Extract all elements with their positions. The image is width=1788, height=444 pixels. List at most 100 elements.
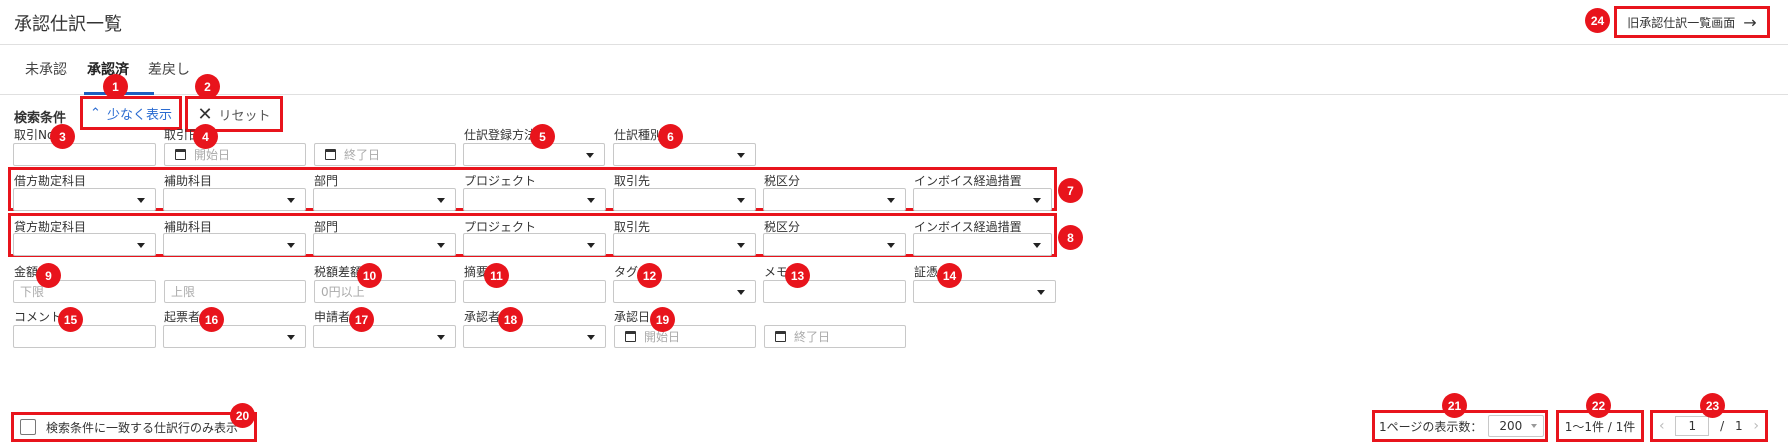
per-page-label: 1ページの表示数： (1379, 419, 1483, 434)
annotation-badge-22: 22 (1586, 393, 1611, 418)
label-journal-kind: 仕訳種別 (614, 128, 663, 142)
debit-invoice-measure-select[interactable] (913, 188, 1052, 211)
label-approver: 承認者 (464, 310, 501, 324)
tax-difference-placeholder: 0円以上 (321, 285, 365, 299)
debit-sub-account-select[interactable] (163, 188, 306, 211)
page-current: 1 (1688, 419, 1697, 433)
approval-date-start-input[interactable]: 開始日 (614, 325, 756, 348)
page-total: 1 (1734, 419, 1743, 433)
annotation-badge-23: 23 (1700, 393, 1725, 418)
show-less-label: 少なく表示 (106, 107, 172, 123)
amount-max-input[interactable]: 上限 (164, 280, 306, 303)
old-approval-list-link[interactable]: 旧承認仕訳一覧画面 → (1614, 6, 1770, 38)
label-registration-method: 仕訳登録方法 (464, 128, 537, 142)
approval-end-placeholder: 終了日 (794, 330, 831, 344)
page-number-input[interactable]: 1 (1675, 416, 1710, 436)
reset-label: リセット (218, 108, 271, 124)
label-drafter: 起票者 (164, 310, 201, 324)
annotation-badge-14: 14 (937, 263, 962, 288)
calendar-icon (625, 331, 636, 342)
debit-partner-select[interactable] (613, 188, 756, 211)
label-debit-partner: 取引先 (614, 174, 651, 188)
chevron-left-icon[interactable]: ‹ (1659, 418, 1665, 434)
amount-min-input[interactable]: 下限 (13, 280, 156, 303)
label-debit-department: 部門 (314, 174, 339, 188)
annotation-badge-7: 7 (1058, 178, 1083, 203)
label-debit-tax-category: 税区分 (764, 174, 801, 188)
amount-max-placeholder: 上限 (171, 285, 196, 299)
credit-tax-category-select[interactable] (763, 233, 906, 256)
annotation-badge-18: 18 (498, 307, 523, 332)
annotation-badge-1: 1 (103, 74, 128, 99)
label-transaction-no: 取引No (14, 128, 55, 142)
label-evidence: 証憑 (914, 265, 939, 279)
label-debit-project: プロジェクト (464, 174, 537, 188)
page-title: 承認仕訳一覧 (14, 14, 122, 35)
per-page-select[interactable]: 200 (1488, 415, 1545, 437)
tag-select[interactable] (613, 280, 756, 303)
annotation-badge-20: 20 (230, 403, 255, 428)
debit-account-select[interactable] (13, 188, 156, 211)
debit-department-select[interactable] (313, 188, 456, 211)
label-debit-sub-account: 補助科目 (164, 174, 213, 188)
annotation-badge-12: 12 (637, 263, 662, 288)
label-comment: コメント (14, 310, 63, 324)
transaction-no-input[interactable] (13, 143, 156, 166)
annotation-badge-9: 9 (36, 263, 61, 288)
credit-invoice-measure-select[interactable] (913, 233, 1052, 256)
journal-kind-select[interactable] (613, 143, 756, 166)
calendar-icon (175, 149, 186, 160)
transaction-date-end-input[interactable]: 終了日 (314, 143, 456, 166)
tab-returned[interactable]: 差戻し (148, 59, 190, 79)
summary-input[interactable] (463, 280, 606, 303)
calendar-icon (775, 331, 786, 342)
annotation-badge-16: 16 (199, 307, 224, 332)
credit-partner-select[interactable] (613, 233, 756, 256)
calendar-icon (325, 149, 336, 160)
label-debit-invoice-measure: インボイス経過措置 (914, 174, 1022, 188)
page-header: 承認仕訳一覧 旧承認仕訳一覧画面 → (0, 0, 1788, 45)
annotation-badge-2: 2 (195, 74, 220, 99)
memo-input[interactable] (763, 280, 906, 303)
chevron-up-icon: ⌃ (90, 105, 101, 121)
applicant-select[interactable] (313, 325, 456, 348)
credit-account-select[interactable] (13, 233, 156, 256)
label-amount: 金額 (14, 265, 39, 279)
show-less-button[interactable]: ⌃ 少なく表示 (80, 96, 182, 130)
approval-date-end-input[interactable]: 終了日 (764, 325, 906, 348)
match-only-label: 検索条件に一致する仕訳行のみ表示 (46, 420, 239, 435)
annotation-badge-24: 24 (1585, 8, 1610, 33)
label-approval-date: 承認日 (614, 310, 651, 324)
annotation-badge-21: 21 (1442, 393, 1467, 418)
page-separator: / (1720, 419, 1725, 433)
debit-project-select[interactable] (463, 188, 606, 211)
credit-sub-account-select[interactable] (163, 233, 306, 256)
transaction-date-start-input[interactable]: 開始日 (164, 143, 306, 166)
tab-bar: 未承認 承認済 差戻し (0, 45, 1788, 95)
arrow-right-icon: → (1743, 12, 1757, 32)
annotation-badge-15: 15 (58, 307, 83, 332)
annotation-badge-13: 13 (785, 263, 810, 288)
annotation-badge-5: 5 (530, 124, 555, 149)
match-only-checkbox[interactable] (20, 419, 36, 435)
per-page-value: 200 (1499, 419, 1523, 433)
chevron-right-icon[interactable]: › (1753, 418, 1759, 434)
approver-select[interactable] (463, 325, 606, 348)
start-date-placeholder: 開始日 (194, 148, 231, 162)
label-debit-account: 借方勘定科目 (14, 174, 87, 188)
credit-project-select[interactable] (463, 233, 606, 256)
tab-unapproved[interactable]: 未承認 (25, 59, 67, 79)
annotation-badge-3: 3 (50, 124, 75, 149)
evidence-select[interactable] (913, 280, 1056, 303)
label-tag: タグ (614, 265, 639, 279)
comment-input[interactable] (13, 325, 156, 348)
credit-department-select[interactable] (313, 233, 456, 256)
annotation-badge-8: 8 (1058, 225, 1083, 250)
debit-tax-category-select[interactable] (763, 188, 906, 211)
drafter-select[interactable] (163, 325, 306, 348)
old-link-label: 旧承認仕訳一覧画面 (1627, 15, 1736, 30)
annotation-badge-6: 6 (658, 124, 683, 149)
tax-difference-input[interactable]: 0円以上 (314, 280, 456, 303)
end-date-placeholder: 終了日 (344, 148, 381, 162)
close-icon: ✕ (197, 103, 213, 125)
